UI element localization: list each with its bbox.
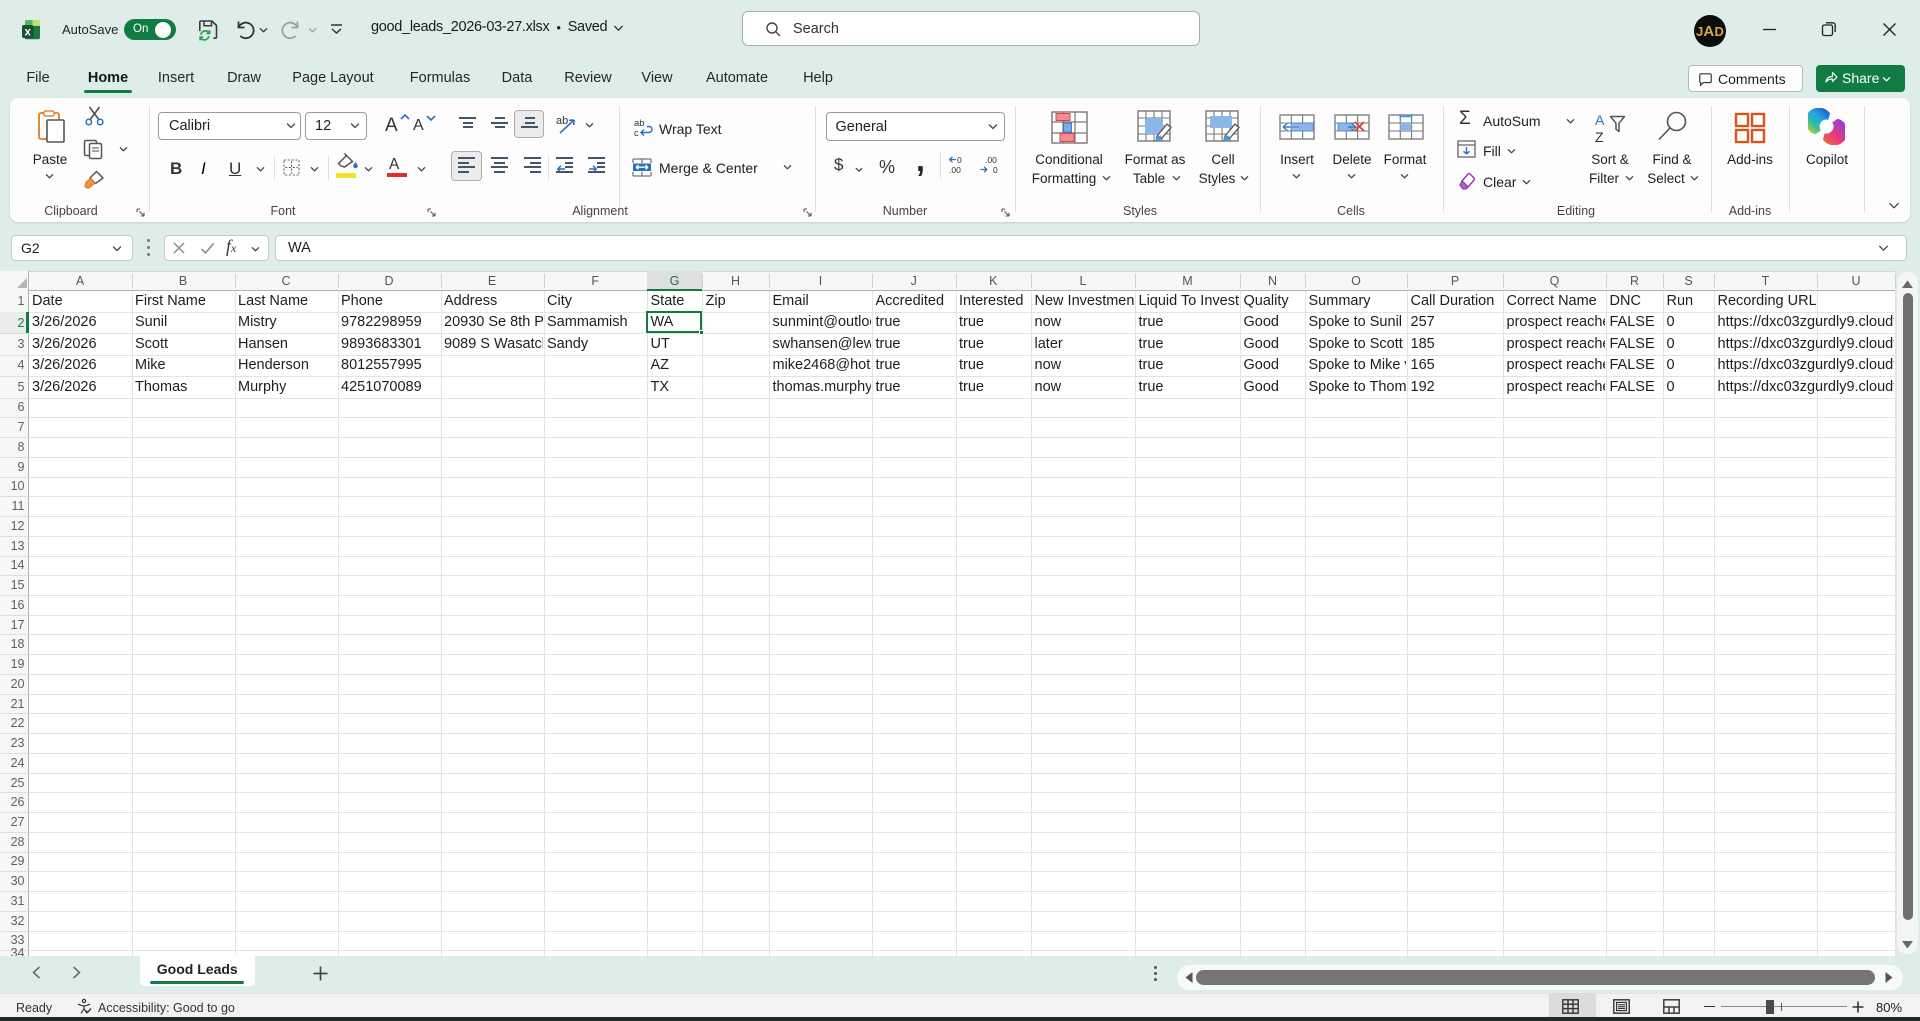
svg-text:.00: .00 [949,165,961,175]
svg-text:A: A [1595,112,1605,128]
svg-text:c: c [634,128,639,138]
svg-text:.00: .00 [985,155,997,165]
svg-text:0: 0 [957,155,962,165]
svg-text:x: x [24,26,31,38]
svg-text:Z: Z [1595,129,1604,144]
svg-text:ab: ab [556,115,568,127]
svg-text:0: 0 [993,165,998,175]
